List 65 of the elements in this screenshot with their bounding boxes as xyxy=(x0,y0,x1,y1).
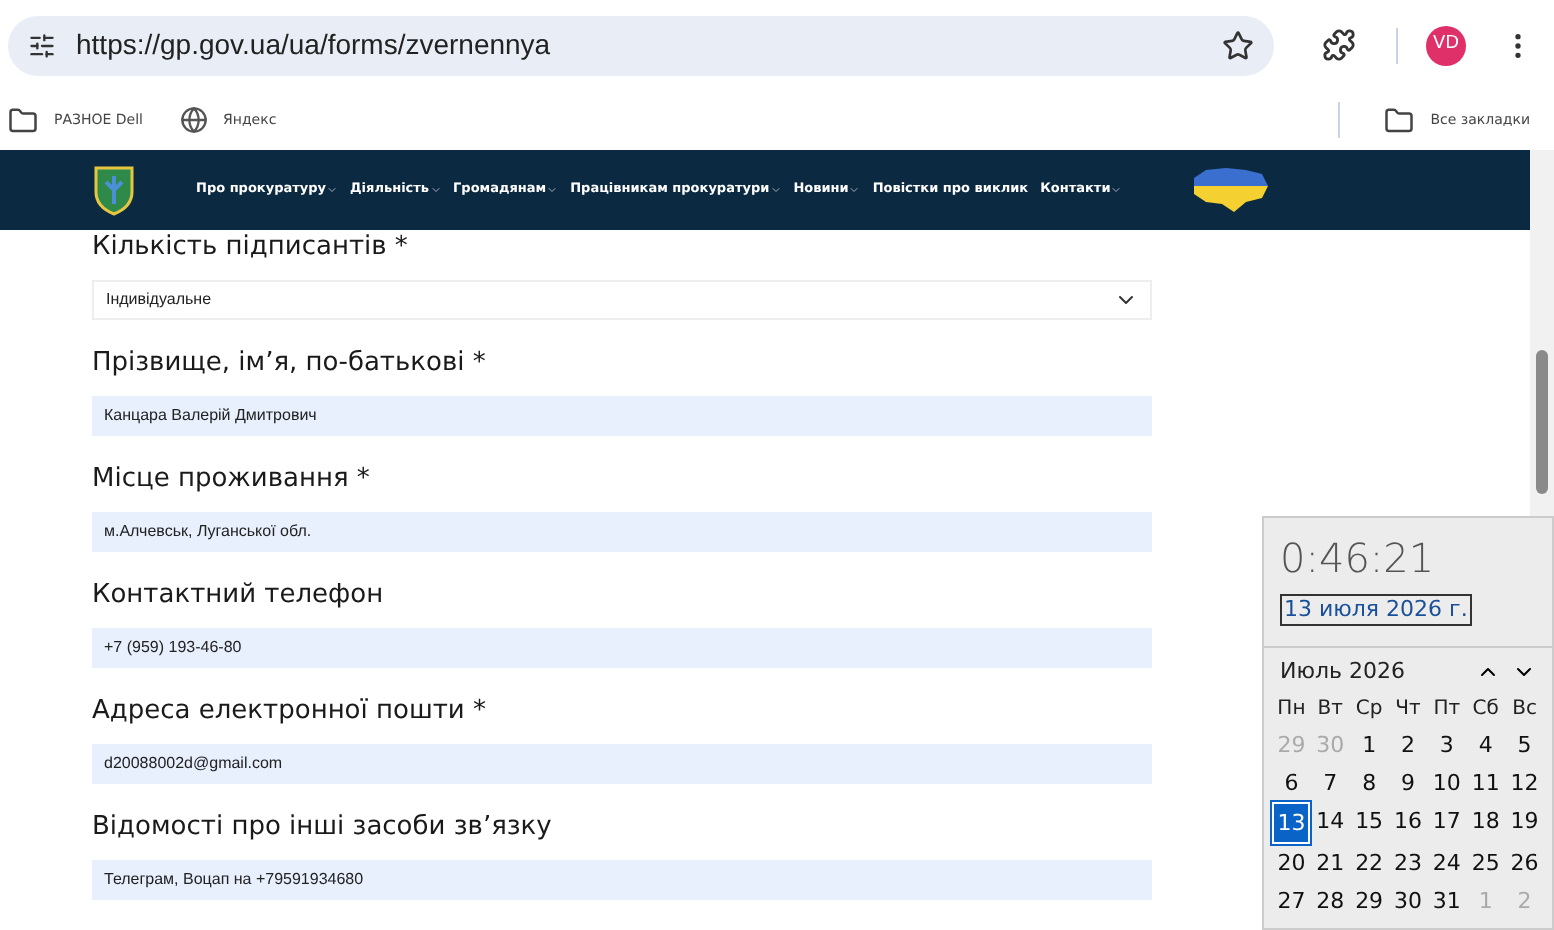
weekday-label: Пн xyxy=(1275,695,1308,723)
field-label: Місце проживання * xyxy=(92,464,372,496)
calendar-day[interactable]: 2 xyxy=(1388,725,1427,763)
calendar-day[interactable]: 15 xyxy=(1350,801,1389,843)
calendar-day[interactable]: 30 xyxy=(1388,881,1427,919)
calendar-day[interactable]: 6 xyxy=(1272,763,1311,801)
month-title[interactable]: Июль 2026 xyxy=(1280,656,1405,689)
emblem-icon xyxy=(92,164,136,216)
address-bar[interactable]: https://gp.gov.ua/ua/forms/zvernennya xyxy=(8,15,1274,75)
folder-icon xyxy=(1384,105,1415,135)
weekday-label: Пт xyxy=(1431,695,1463,723)
calendar-day[interactable]: 26 xyxy=(1505,843,1544,881)
input-field[interactable]: Телеграм, Воцап на +79591934680 xyxy=(92,860,1152,900)
site-settings-icon[interactable] xyxy=(28,31,56,59)
field-label: Відомості про інші засоби зв’язку xyxy=(92,812,554,844)
calendar-day[interactable]: 31 xyxy=(1427,881,1466,919)
weekday-label: Вс xyxy=(1510,695,1539,723)
input-field[interactable]: Канцара Валерій Дмитрович xyxy=(92,396,1152,436)
calendar-day[interactable]: 3 xyxy=(1427,725,1466,763)
calendar-day[interactable]: 29 xyxy=(1350,881,1389,919)
weekday-label: Сб xyxy=(1470,695,1501,723)
calendar-day[interactable]: 18 xyxy=(1466,801,1505,843)
calendar-day[interactable]: 20 xyxy=(1272,843,1311,881)
field-label: Контактний телефон xyxy=(92,580,386,612)
url-text: https://gp.gov.ua/ua/forms/zvernennya xyxy=(76,26,553,64)
calendar-day[interactable]: 7 xyxy=(1311,763,1350,801)
calendar-day[interactable]: 12 xyxy=(1505,763,1544,801)
input-field[interactable]: d20088002d@gmail.com xyxy=(92,744,1152,784)
calendar-day[interactable]: 24 xyxy=(1427,843,1466,881)
calendar-day[interactable]: 22 xyxy=(1350,843,1389,881)
field-label: Кількість підписантів * xyxy=(92,232,410,264)
calendar-day[interactable]: 10 xyxy=(1427,763,1466,801)
date-link[interactable]: 13 июля 2026 г. xyxy=(1280,594,1472,626)
calendar-day[interactable]: 28 xyxy=(1311,881,1350,919)
calendar-day[interactable]: 1 xyxy=(1350,725,1389,763)
extensions-icon[interactable] xyxy=(1322,28,1356,62)
weekday-label: Ср xyxy=(1353,695,1385,723)
input-field[interactable]: +7 (959) 193-46-80 xyxy=(92,628,1152,668)
folder-icon xyxy=(8,105,38,135)
calendar-day[interactable]: 21 xyxy=(1311,843,1350,881)
select-field[interactable]: Індивідуальне xyxy=(92,280,1152,320)
profile-avatar[interactable]: VD xyxy=(1426,25,1466,65)
calendar-day[interactable]: 16 xyxy=(1388,801,1427,843)
calendar-day[interactable]: 19 xyxy=(1505,801,1544,843)
field-label: Прізвище, ім’я, по-батькові * xyxy=(92,348,488,380)
clock-time: 0:46:21 xyxy=(1280,534,1437,582)
scrollbar[interactable] xyxy=(1530,150,1554,516)
calendar-day[interactable]: 11 xyxy=(1466,763,1505,801)
calendar-day[interactable]: 25 xyxy=(1466,843,1505,881)
globe-icon xyxy=(179,106,208,134)
calendar-day[interactable]: 14 xyxy=(1311,801,1350,843)
ukraine-map-icon xyxy=(1190,166,1271,214)
weekday-label: Чт xyxy=(1393,695,1423,723)
calendar-day[interactable]: 17 xyxy=(1427,801,1466,843)
calendar-day[interactable]: 8 xyxy=(1350,763,1389,801)
weekday-label: Вт xyxy=(1315,695,1345,723)
input-field[interactable]: м.Алчевськ, Луганської обл. xyxy=(92,512,1152,552)
calendar-day[interactable]: 13 xyxy=(1272,801,1311,843)
calendar-day[interactable]: 5 xyxy=(1505,725,1544,763)
calendar-day[interactable]: 4 xyxy=(1466,725,1505,763)
calendar-day[interactable]: 27 xyxy=(1272,881,1311,919)
calendar-day[interactable]: 9 xyxy=(1388,763,1427,801)
bookmark-star-icon[interactable] xyxy=(1222,29,1254,61)
field-label: Адреса електронної пошти * xyxy=(92,696,489,728)
calendar-day[interactable]: 23 xyxy=(1388,843,1427,881)
